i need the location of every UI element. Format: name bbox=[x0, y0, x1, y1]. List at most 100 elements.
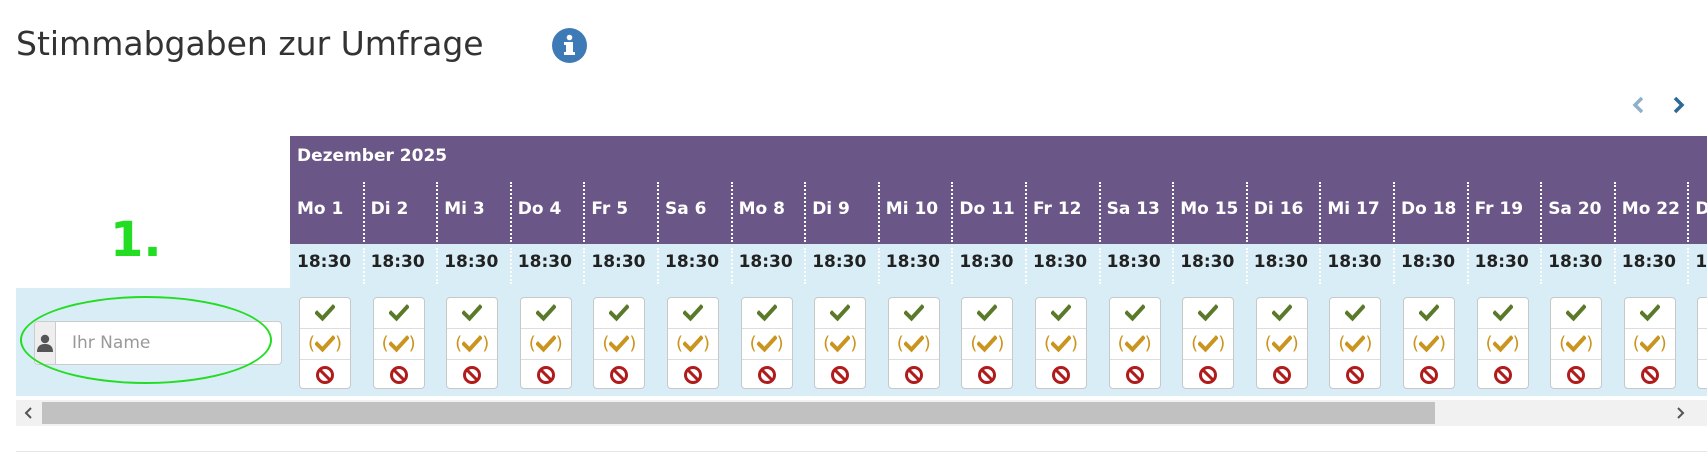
time-separator bbox=[509, 248, 512, 284]
check-in-parentheses-icon[interactable]: () bbox=[741, 329, 792, 360]
vote-selector[interactable]: () bbox=[887, 297, 940, 390]
vote-selector[interactable]: () bbox=[299, 297, 351, 389]
check-in-parentheses-icon[interactable]: () bbox=[1183, 329, 1234, 360]
check-icon[interactable] bbox=[741, 298, 792, 329]
time-label: 18:30 bbox=[1548, 252, 1603, 272]
ban-icon[interactable] bbox=[1110, 360, 1160, 390]
vote-selector[interactable]: () bbox=[1550, 297, 1603, 390]
check-in-parentheses-icon[interactable]: () bbox=[1624, 329, 1675, 360]
check-in-parentheses-icon[interactable]: () bbox=[520, 329, 571, 360]
vote-selector[interactable]: () bbox=[961, 297, 1014, 390]
vote-selector[interactable]: () bbox=[1329, 297, 1382, 390]
vote-selector[interactable]: () bbox=[1623, 297, 1676, 390]
check-in-parentheses-icon[interactable]: () bbox=[1698, 329, 1707, 360]
ban-icon[interactable] bbox=[1404, 360, 1454, 390]
vote-selector[interactable]: () bbox=[1403, 297, 1455, 389]
ban-icon[interactable] bbox=[1257, 360, 1307, 390]
ban-icon[interactable] bbox=[1698, 360, 1707, 390]
ban-icon[interactable] bbox=[1478, 360, 1528, 390]
ban-icon[interactable] bbox=[1183, 360, 1233, 390]
annotation-number: 1. bbox=[110, 212, 162, 268]
vote-selector[interactable]: () bbox=[593, 297, 646, 390]
check-in-parentheses-icon[interactable]: () bbox=[888, 329, 939, 360]
check-in-parentheses-icon[interactable]: () bbox=[1256, 329, 1307, 360]
check-in-parentheses-icon[interactable]: () bbox=[300, 329, 350, 360]
chevron-right-icon[interactable] bbox=[1668, 92, 1690, 118]
check-in-parentheses-icon[interactable]: () bbox=[962, 329, 1013, 360]
check-in-parentheses-icon[interactable]: () bbox=[1036, 329, 1086, 360]
check-in-parentheses-icon[interactable]: () bbox=[373, 329, 424, 360]
time-separator bbox=[730, 248, 733, 284]
ban-icon[interactable] bbox=[1330, 360, 1380, 390]
day-label: D bbox=[1695, 198, 1707, 219]
vote-selector[interactable]: () bbox=[814, 297, 867, 390]
check-icon[interactable] bbox=[1404, 298, 1454, 329]
check-icon[interactable] bbox=[447, 298, 498, 329]
check-icon[interactable] bbox=[373, 298, 424, 329]
check-in-parentheses-icon[interactable]: () bbox=[668, 329, 718, 360]
check-in-parentheses-icon[interactable]: () bbox=[1551, 329, 1602, 360]
vote-selector[interactable]: () bbox=[1035, 297, 1087, 389]
vote-selector[interactable]: () bbox=[1255, 297, 1308, 390]
check-icon[interactable] bbox=[1183, 298, 1234, 329]
day-separator bbox=[436, 182, 439, 242]
vote-selector[interactable]: () bbox=[1108, 297, 1161, 390]
vote-selector[interactable]: () bbox=[1697, 297, 1707, 389]
check-in-parentheses-icon[interactable]: () bbox=[1330, 329, 1381, 360]
vote-selector[interactable]: () bbox=[519, 297, 572, 390]
day-label: Di 16 bbox=[1253, 198, 1304, 219]
time-label: 18:30 bbox=[517, 252, 572, 272]
check-icon[interactable] bbox=[1330, 298, 1381, 329]
time-label: 18:30 bbox=[738, 252, 793, 272]
info-circle-icon[interactable] bbox=[552, 28, 587, 63]
check-icon[interactable] bbox=[1477, 298, 1528, 329]
scrollbar-thumb[interactable] bbox=[42, 402, 1435, 424]
scroll-left-icon[interactable] bbox=[16, 400, 42, 426]
check-icon[interactable] bbox=[1551, 298, 1602, 329]
check-icon[interactable] bbox=[888, 298, 939, 329]
check-icon[interactable] bbox=[668, 298, 718, 329]
ban-icon[interactable] bbox=[889, 360, 939, 390]
vote-selector[interactable]: () bbox=[1476, 297, 1529, 390]
chevron-left-icon[interactable] bbox=[1627, 92, 1649, 118]
scroll-right-icon[interactable] bbox=[1667, 400, 1693, 426]
check-icon[interactable] bbox=[815, 298, 866, 329]
check-icon[interactable] bbox=[1624, 298, 1675, 329]
day-separator bbox=[1613, 182, 1616, 242]
vote-selector[interactable]: () bbox=[740, 297, 793, 390]
check-in-parentheses-icon[interactable]: () bbox=[594, 329, 645, 360]
check-in-parentheses-icon[interactable]: () bbox=[1109, 329, 1160, 360]
vote-selector[interactable]: () bbox=[667, 297, 719, 389]
check-icon[interactable] bbox=[1036, 298, 1086, 329]
vote-selector[interactable]: () bbox=[1182, 297, 1235, 390]
time-separator bbox=[1319, 248, 1322, 284]
vote-selector[interactable]: () bbox=[446, 297, 499, 390]
check-in-parentheses-icon[interactable]: () bbox=[815, 329, 866, 360]
ban-icon[interactable] bbox=[594, 360, 644, 390]
ban-icon[interactable] bbox=[815, 360, 865, 390]
check-in-parentheses-icon[interactable]: () bbox=[1404, 329, 1454, 360]
ban-icon[interactable] bbox=[374, 360, 424, 390]
ban-icon[interactable] bbox=[668, 360, 718, 390]
check-icon[interactable] bbox=[594, 298, 645, 329]
check-icon[interactable] bbox=[300, 298, 350, 329]
ban-icon[interactable] bbox=[1625, 360, 1675, 390]
check-icon[interactable] bbox=[962, 298, 1013, 329]
check-in-parentheses-icon[interactable]: () bbox=[1477, 329, 1528, 360]
check-icon[interactable] bbox=[1109, 298, 1160, 329]
vote-selector[interactable]: () bbox=[372, 297, 425, 390]
ban-icon[interactable] bbox=[447, 360, 497, 390]
ban-icon[interactable] bbox=[1036, 360, 1086, 390]
check-icon[interactable] bbox=[1698, 298, 1707, 329]
ban-icon[interactable] bbox=[962, 360, 1012, 390]
ban-icon[interactable] bbox=[300, 360, 350, 390]
ban-icon[interactable] bbox=[742, 360, 792, 390]
time-separator bbox=[657, 248, 659, 284]
time-label: 18:30 bbox=[1621, 252, 1676, 272]
check-icon[interactable] bbox=[1256, 298, 1307, 329]
check-icon[interactable] bbox=[520, 298, 571, 329]
ban-icon[interactable] bbox=[1551, 360, 1601, 390]
check-in-parentheses-icon[interactable]: () bbox=[447, 329, 498, 360]
name-input[interactable] bbox=[56, 322, 293, 364]
ban-icon[interactable] bbox=[521, 360, 571, 390]
